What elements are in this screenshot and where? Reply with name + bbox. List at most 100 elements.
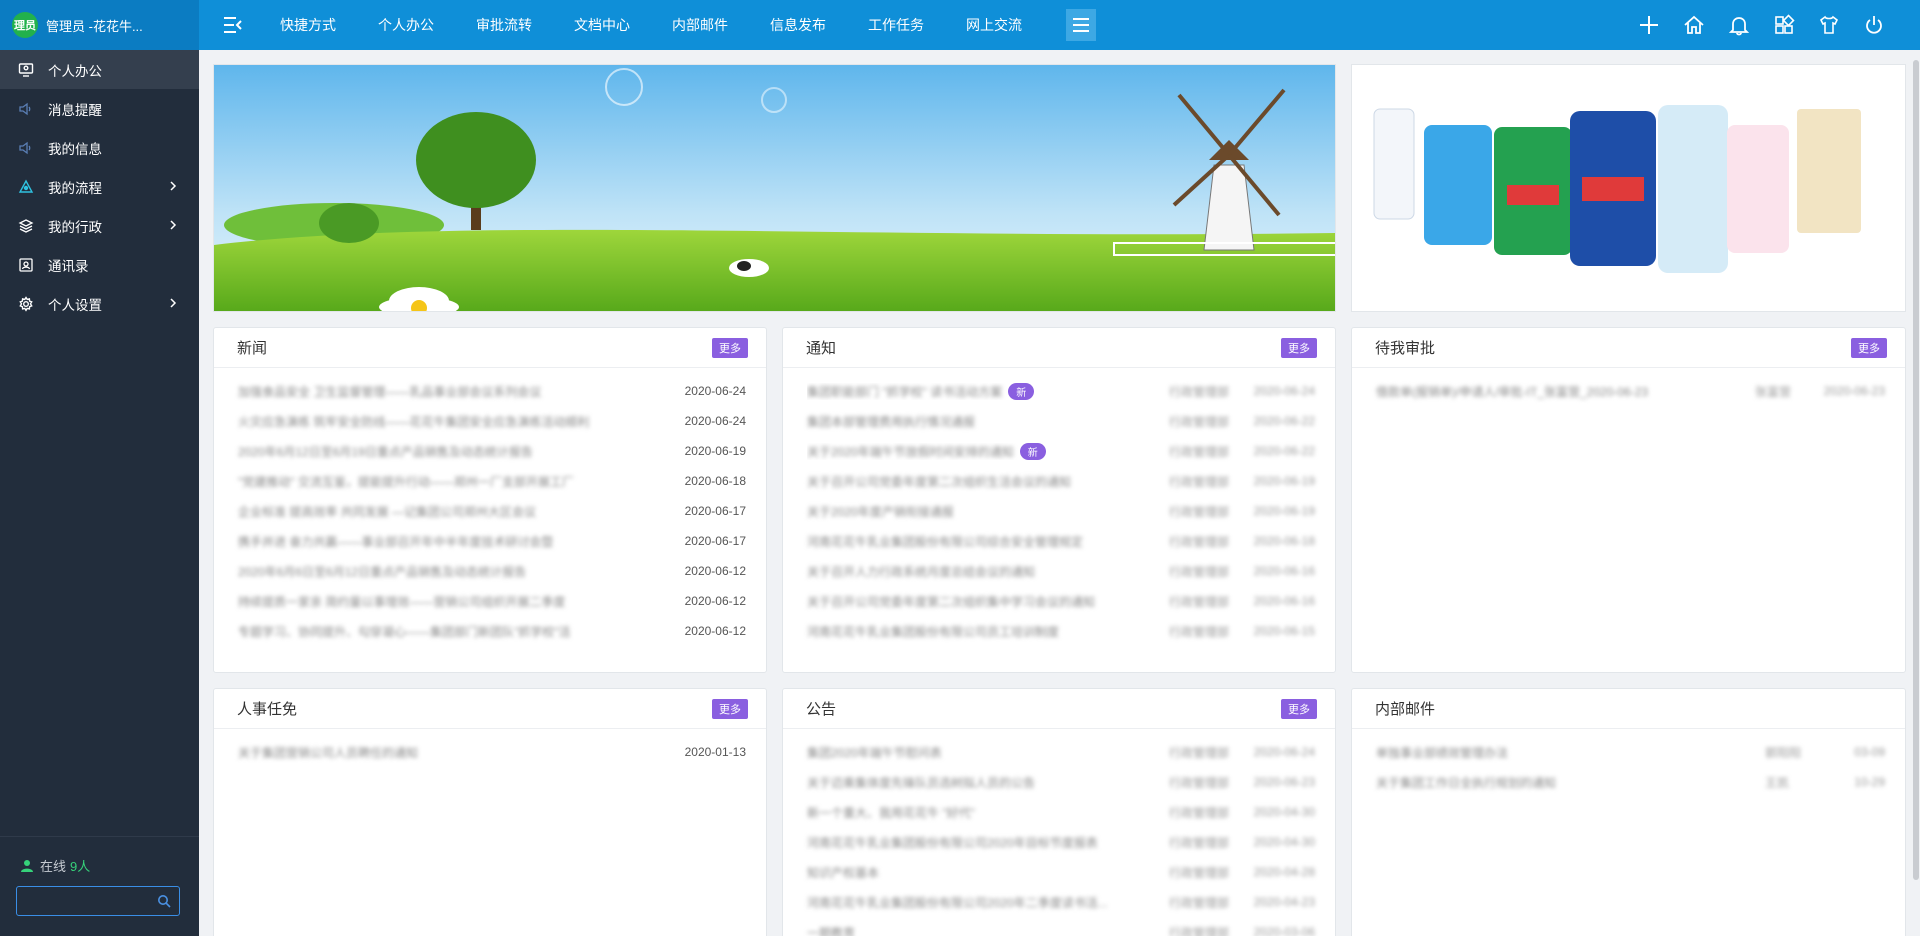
list-item[interactable]: 河南花花牛乳业集团股份有限公司综合安全管理规定 行政管理部 2020-06-18 <box>783 526 1335 556</box>
nav-work-tasks[interactable]: 工作任务 <box>847 0 945 50</box>
hamburger-icon <box>1073 18 1089 32</box>
sidebar-item-contacts[interactable]: 通讯录 <box>0 245 199 284</box>
list-item[interactable]: 火灾应急演练 筑牢安全防线——花花牛集团安全应急演练活动顺利 2020-06-24 <box>214 406 766 436</box>
sidebar-item-label: 消息提醒 <box>48 102 102 118</box>
list-item[interactable]: 关于召开人力行政系统月度总结会议的通知 行政管理部 2020-06-16 <box>783 556 1335 586</box>
item-author: 行政管理部 <box>1169 745 1230 760</box>
online-status: 在线 9人 <box>20 856 90 875</box>
menu-toggle-icon[interactable] <box>222 14 244 36</box>
search-input[interactable] <box>17 887 147 915</box>
nav-online-exchange[interactable]: 网上交流 <box>945 0 1043 50</box>
list-item[interactable]: 关于2020年度产销衔接通报 行政管理部 2020-06-19 <box>783 496 1335 526</box>
panel-bulletin: 公告 更多 集团2020年端午节慰问表 行政管理部 2020-06-24 关于迈乘集… <box>782 688 1336 936</box>
list-item[interactable]: 关于2020年端午节放假时间安排的通知新 行政管理部 2020-06-22 <box>783 436 1335 466</box>
apps-icon[interactable] <box>1761 0 1806 50</box>
search-icon[interactable] <box>157 894 171 908</box>
sidebar-item-label: 我的行政 <box>48 219 102 235</box>
panel-internal-mail: 内部邮件 单独事业部绩效管理办法 郭阳阳 03-09 关于集团工作日全执行规划的通知… <box>1351 688 1906 936</box>
list-item[interactable]: 借款单(报销单)/申请人/审批-IT_张富营_2020-06-23 张富营 2020… <box>1352 376 1905 406</box>
sidebar-item-label: 我的信息 <box>48 141 102 157</box>
more-button[interactable]: 更多 <box>712 337 748 358</box>
chevron-right-icon <box>170 181 177 191</box>
list-item[interactable]: 知识产权基本 行政管理部 2020-04-28 <box>783 857 1335 887</box>
item-title: 专题学习、协同提升、勾穿凝心——集团部门新团队"抓学校"活 <box>238 624 571 639</box>
plus-icon[interactable] <box>1626 0 1671 50</box>
nav-document-center[interactable]: 文档中心 <box>553 0 651 50</box>
item-author: 王凯 <box>1765 775 1790 790</box>
more-button[interactable]: 更多 <box>1851 337 1887 358</box>
nav-internal-mail[interactable]: 内部邮件 <box>651 0 749 50</box>
nav-shortcuts[interactable]: 快捷方式 <box>260 0 357 50</box>
more-menu-button[interactable] <box>1066 9 1096 41</box>
list-item[interactable]: 携手并进 奋力共赢——事业部召开年中半年度技术研讨会暨 2020-06-17 <box>214 526 766 556</box>
list-item[interactable]: 一期教育 行政管理部 2020-03-06 <box>783 917 1335 936</box>
list-item[interactable]: 集团2020年端午节慰问表 行政管理部 2020-06-24 <box>783 737 1335 767</box>
nav-personal-office[interactable]: 个人办公 <box>357 0 455 50</box>
sidebar-item-personal-settings[interactable]: 个人设置 <box>0 284 199 323</box>
top-right-icons <box>1626 0 1896 50</box>
panel-title: 待我审批 <box>1375 340 1436 357</box>
list-item[interactable]: 2020年6月12日至6月19日重点产品销售及动态统计报告 2020-06-19 <box>214 436 766 466</box>
list-item[interactable]: 关于迈乘集体度先锋队员选树拟人员的公告 行政管理部 2020-06-23 <box>783 767 1335 797</box>
item-date: 2020-03-06 <box>1253 925 1315 936</box>
online-count: 9人 <box>70 859 91 874</box>
item-date: 2020-06-15 <box>1253 624 1315 638</box>
item-title: 关于召开公司党委年度第二次组织生活会议的通知 <box>807 474 1072 489</box>
more-button[interactable]: 更多 <box>1281 698 1317 719</box>
list-item[interactable]: 专题学习、协同提升、勾穿凝心——集团部门新团队"抓学校"活 2020-06-12 <box>214 616 766 646</box>
item-title: 单独事业部绩效管理办法 <box>1376 745 1509 760</box>
user-icon <box>21 859 33 872</box>
item-author: 张富营 <box>1755 384 1792 399</box>
item-title: 2020年6月12日至6月19日重点产品销售及动态统计报告 <box>238 444 533 459</box>
item-date: 2020-06-23 <box>1823 384 1885 398</box>
panel-news: 新闻 更多 加强食品安全 卫生监督管理——乳品事业部会议系列会议 2020-06-… <box>213 327 767 673</box>
item-title: 集团职能部门 "抓学校" 读书活动方案 <box>807 384 1003 399</box>
sidebar-item-my-admin[interactable]: 我的行政 <box>0 206 199 245</box>
panel-header: 人事任免 更多 <box>214 689 766 729</box>
nav-approval-flow[interactable]: 审批流转 <box>455 0 553 50</box>
item-date: 10-29 <box>1854 775 1885 789</box>
brand[interactable]: 理员 管理员 -花花牛... <box>0 0 199 50</box>
list-item[interactable]: 集团本部管理费用执行情况通报 行政管理部 2020-06-22 <box>783 406 1335 436</box>
panel-pending-approval: 待我审批 更多 借款单(报销单)/申请人/审批-IT_张富营_2020-06-2… <box>1351 327 1906 673</box>
list-item[interactable]: 河南花花牛乳业集团股份有限公司2020年目标节度报表 行政管理部 2020-04-3… <box>783 827 1335 857</box>
item-title: 火灾应急演练 筑牢安全防线——花花牛集团安全应急演练活动顺利 <box>238 414 590 429</box>
nav-info-publish[interactable]: 信息发布 <box>749 0 847 50</box>
list-item[interactable]: "党建推动" 交流互鉴，提能提升行动——郑州一厂支部开展工厂 2020-06-18 <box>214 466 766 496</box>
sidebar-item-my-info[interactable]: 我的信息 <box>0 128 199 167</box>
list-item[interactable]: 关于召开公司党委年度第二次组织生活会议的通知 行政管理部 2020-06-19 <box>783 466 1335 496</box>
shirt-icon[interactable] <box>1806 0 1851 50</box>
list-item[interactable]: 关于集团营销公司人员聘任的通知 2020-01-13 <box>214 737 766 767</box>
sidebar-item-label: 我的流程 <box>48 180 102 196</box>
scrollbar-thumb[interactable] <box>1913 60 1919 880</box>
list-item[interactable]: 关于集团工作日全执行规划的通知 王凯 10-29 <box>1352 767 1905 797</box>
list-item[interactable]: 单独事业部绩效管理办法 郭阳阳 03-09 <box>1352 737 1905 767</box>
item-title: 关于2020年度产销衔接通报 <box>807 504 954 519</box>
item-title: 加强食品安全 卫生监督管理——乳品事业部会议系列会议 <box>238 384 542 399</box>
list-item[interactable]: 新一个重大、我用花花牛 "好代" 行政管理部 2020-04-30 <box>783 797 1335 827</box>
item-date: 2020-06-24 <box>1253 745 1315 759</box>
list-item[interactable]: 河南花花牛乳业集团股份有限公司2020年二季度读书活... 行政管理部 2020-0… <box>783 887 1335 917</box>
user-label[interactable]: 管理员 -花花牛... <box>46 16 143 35</box>
power-icon[interactable] <box>1851 0 1896 50</box>
list-item[interactable]: 企业标准 提高效率 共同发展 —记集团公司郑州大区会议 2020-06-17 <box>214 496 766 526</box>
list-item[interactable]: 持续提质一家亲 简约量以事增效——营销公司组织开展二季度 2020-06-12 <box>214 586 766 616</box>
item-author: 行政管理部 <box>1169 594 1230 609</box>
sidebar-item-label: 通讯录 <box>48 258 89 274</box>
user-avatar[interactable]: 理员 <box>12 12 38 38</box>
list-item[interactable]: 2020年6月6日至6月12日重点产品销售及动态统计报告 2020-06-12 <box>214 556 766 586</box>
item-author: 行政管理部 <box>1169 384 1230 399</box>
list-item[interactable]: 河南花花牛乳业集团股份有限公司员工培训制度 行政管理部 2020-06-15 <box>783 616 1335 646</box>
panel-personnel: 人事任免 更多 关于集团营销公司人员聘任的通知 2020-01-13 <box>213 688 767 936</box>
bell-icon[interactable] <box>1716 0 1761 50</box>
sidebar-item-personal-office[interactable]: 个人办公 <box>0 50 199 89</box>
home-icon[interactable] <box>1671 0 1716 50</box>
list-item[interactable]: 集团职能部门 "抓学校" 读书活动方案新 行政管理部 2020-06-24 <box>783 376 1335 406</box>
sidebar-item-message-reminder[interactable]: 消息提醒 <box>0 89 199 128</box>
sidebar-item-my-flow[interactable]: 我的流程 <box>0 167 199 206</box>
more-button[interactable]: 更多 <box>1281 337 1317 358</box>
more-button[interactable]: 更多 <box>712 698 748 719</box>
list-item[interactable]: 关于召开公司党委年度第二次组织集中学习会议的通知 行政管理部 2020-06-16 <box>783 586 1335 616</box>
vertical-scrollbar[interactable] <box>1912 50 1920 936</box>
list-item[interactable]: 加强食品安全 卫生监督管理——乳品事业部会议系列会议 2020-06-24 <box>214 376 766 406</box>
